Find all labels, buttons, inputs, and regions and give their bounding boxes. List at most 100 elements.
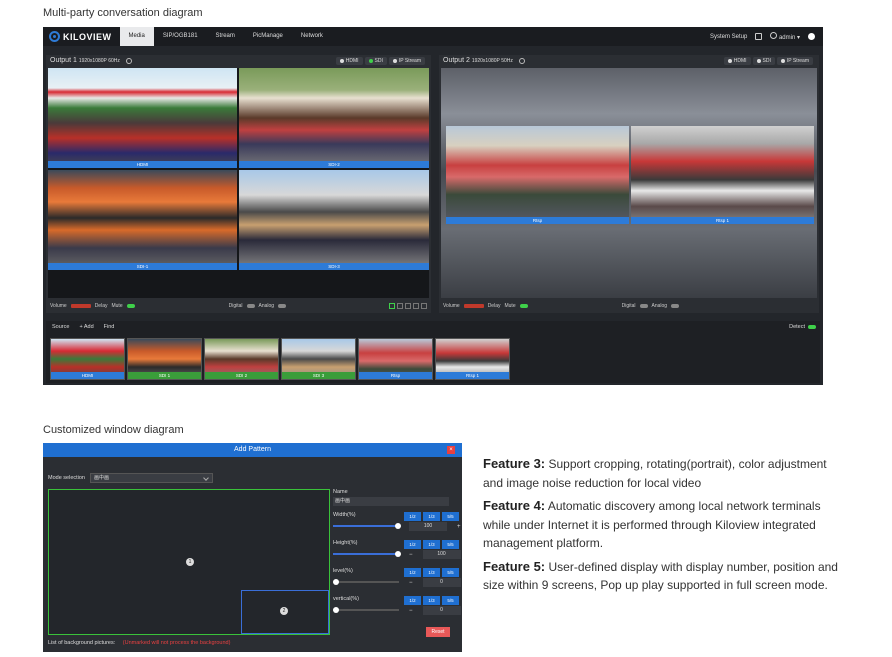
- source-thumbnail[interactable]: SDI 1: [127, 338, 202, 380]
- vertical-third-button[interactable]: 1/3: [423, 596, 440, 605]
- video-tile[interactable]: Rtsp 1: [631, 126, 814, 224]
- window-2-box[interactable]: 2: [241, 590, 329, 634]
- analog-toggle[interactable]: [671, 304, 680, 308]
- volume-slider[interactable]: [463, 304, 484, 308]
- digital-toggle[interactable]: [639, 304, 648, 308]
- height-label: Height(%): [333, 540, 358, 546]
- height-value[interactable]: 100: [422, 550, 461, 559]
- width-full-button[interactable]: 5/5: [442, 512, 459, 521]
- tab-stream[interactable]: Stream: [207, 27, 244, 46]
- source-thumbnail[interactable]: Rtsp 1: [435, 338, 510, 380]
- digital-label: Digital: [228, 303, 243, 309]
- video-tile[interactable]: SDI-1: [48, 170, 237, 270]
- document-icon[interactable]: [755, 33, 763, 40]
- digital-toggle[interactable]: [246, 304, 255, 308]
- source-hdmi-button[interactable]: HDMI: [335, 57, 363, 65]
- tab-picmanage[interactable]: PicManage: [244, 27, 292, 46]
- source-sdi-button[interactable]: SDI: [364, 57, 387, 65]
- thumbnail-label: SDI 2: [205, 372, 278, 379]
- level-full-button[interactable]: 5/5: [442, 568, 459, 577]
- vertical-value[interactable]: 0: [422, 606, 461, 615]
- source-hdmi-button[interactable]: HDMI: [723, 57, 751, 65]
- source-thumbnail[interactable]: HDMI: [50, 338, 125, 380]
- level-stepper[interactable]: −0+: [409, 578, 462, 587]
- mode-select[interactable]: 画中画: [90, 473, 213, 483]
- mute-toggle[interactable]: [519, 304, 528, 308]
- level-half-button[interactable]: 1/2: [404, 568, 421, 577]
- vertical-label: vertical(%): [333, 596, 359, 602]
- thumbnail-label: Rtsp: [359, 372, 432, 379]
- mute-label: Mute: [504, 303, 516, 309]
- thumbnail-label: Rtsp 1: [436, 372, 509, 379]
- add-source-button[interactable]: + Add: [79, 324, 93, 330]
- tab-sip[interactable]: SIP/OGB181: [154, 27, 207, 46]
- source-ip-stream-button[interactable]: IP Stream: [388, 57, 425, 65]
- layout-selector[interactable]: [389, 303, 427, 309]
- vertical-stepper[interactable]: −0+: [409, 606, 462, 615]
- analog-label: Analog: [258, 303, 275, 309]
- video-tile[interactable]: Rtsp: [446, 126, 629, 224]
- name-input[interactable]: 画中画: [333, 497, 449, 506]
- system-setup-link[interactable]: System Setup: [710, 34, 747, 40]
- close-icon[interactable]: ×: [447, 446, 455, 454]
- height-stepper[interactable]: −100+: [409, 550, 462, 559]
- window-1-marker[interactable]: 1: [186, 558, 194, 566]
- height-slider[interactable]: [333, 551, 401, 557]
- output-1-screen: HDMI SDI-2 SDI-1 SDI-3: [48, 68, 429, 298]
- top-navigation-bar: KILOVIEW Media SIP/OGB181 Stream PicMana…: [43, 27, 823, 46]
- source-ip-stream-button[interactable]: IP Stream: [776, 57, 813, 65]
- height-half-button[interactable]: 1/2: [404, 540, 421, 549]
- level-value[interactable]: 0: [422, 578, 461, 587]
- height-third-button[interactable]: 1/3: [423, 540, 440, 549]
- vertical-slider[interactable]: [333, 607, 399, 613]
- volume-slider[interactable]: [70, 304, 91, 308]
- reset-button[interactable]: Reset: [426, 627, 450, 637]
- level-third-button[interactable]: 1/3: [423, 568, 440, 577]
- detect-toggle[interactable]: [808, 324, 816, 329]
- delay-label: Delay: [487, 303, 501, 309]
- height-full-button[interactable]: 5/5: [442, 540, 459, 549]
- source-thumbnail[interactable]: SDI 3: [281, 338, 356, 380]
- feature-list: Feature 3: Support cropping, rotating(po…: [483, 455, 839, 600]
- tab-media[interactable]: Media: [119, 27, 154, 46]
- pattern-canvas[interactable]: 1 2: [48, 489, 330, 635]
- kiloview-logo[interactable]: KILOVIEW: [43, 27, 120, 46]
- source-thumbnail[interactable]: Rtsp: [358, 338, 433, 380]
- vertical-half-button[interactable]: 1/2: [404, 596, 421, 605]
- output-1-title: Output 1 1920x1080P 60Hz: [50, 57, 120, 64]
- analog-toggle[interactable]: [278, 304, 287, 308]
- source-thumbnail[interactable]: SDI 2: [204, 338, 279, 380]
- feature-5: Feature 5: User-defined display with dis…: [483, 558, 838, 593]
- gear-icon[interactable]: [518, 57, 525, 64]
- analog-label: Analog: [651, 303, 668, 309]
- video-tile[interactable]: SDI-2: [239, 68, 429, 168]
- info-icon[interactable]: [808, 33, 815, 40]
- level-slider[interactable]: [333, 579, 399, 585]
- tab-network[interactable]: Network: [292, 27, 332, 46]
- video-tile[interactable]: HDMI: [48, 68, 237, 168]
- video-tile[interactable]: SDI-3: [239, 170, 429, 270]
- mode-selection-label: Mode selection: [48, 475, 85, 481]
- source-sdi-button[interactable]: SDI: [752, 57, 775, 65]
- mute-label: Mute: [111, 303, 123, 309]
- output-2-panel: Output 2 1920x1080P 50Hz HDMI SDI IP Str…: [439, 55, 819, 313]
- gear-icon[interactable]: [125, 57, 132, 64]
- background-list-label: List of background pictures:: [48, 640, 116, 646]
- logo-icon: [49, 31, 60, 42]
- multi-party-caption: Multi-party conversation diagram: [43, 7, 203, 19]
- tile-label: Rtsp: [446, 217, 629, 224]
- user-menu[interactable]: admin ▾: [770, 32, 800, 41]
- mute-toggle[interactable]: [126, 304, 135, 308]
- thumbnail-label: SDI 3: [282, 372, 355, 379]
- digital-label: Digital: [621, 303, 636, 309]
- customized-caption: Customized window diagram: [43, 424, 184, 436]
- vertical-full-button[interactable]: 5/5: [442, 596, 459, 605]
- find-source-button[interactable]: Find: [104, 324, 115, 330]
- user-icon: [770, 32, 778, 39]
- width-third-button[interactable]: 1/3: [423, 512, 440, 521]
- level-label: level(%): [333, 568, 353, 574]
- width-value[interactable]: 100: [409, 522, 447, 531]
- width-slider[interactable]: [333, 523, 401, 529]
- width-half-button[interactable]: 1/2: [404, 512, 421, 521]
- width-stepper[interactable]: 100 +: [409, 522, 461, 531]
